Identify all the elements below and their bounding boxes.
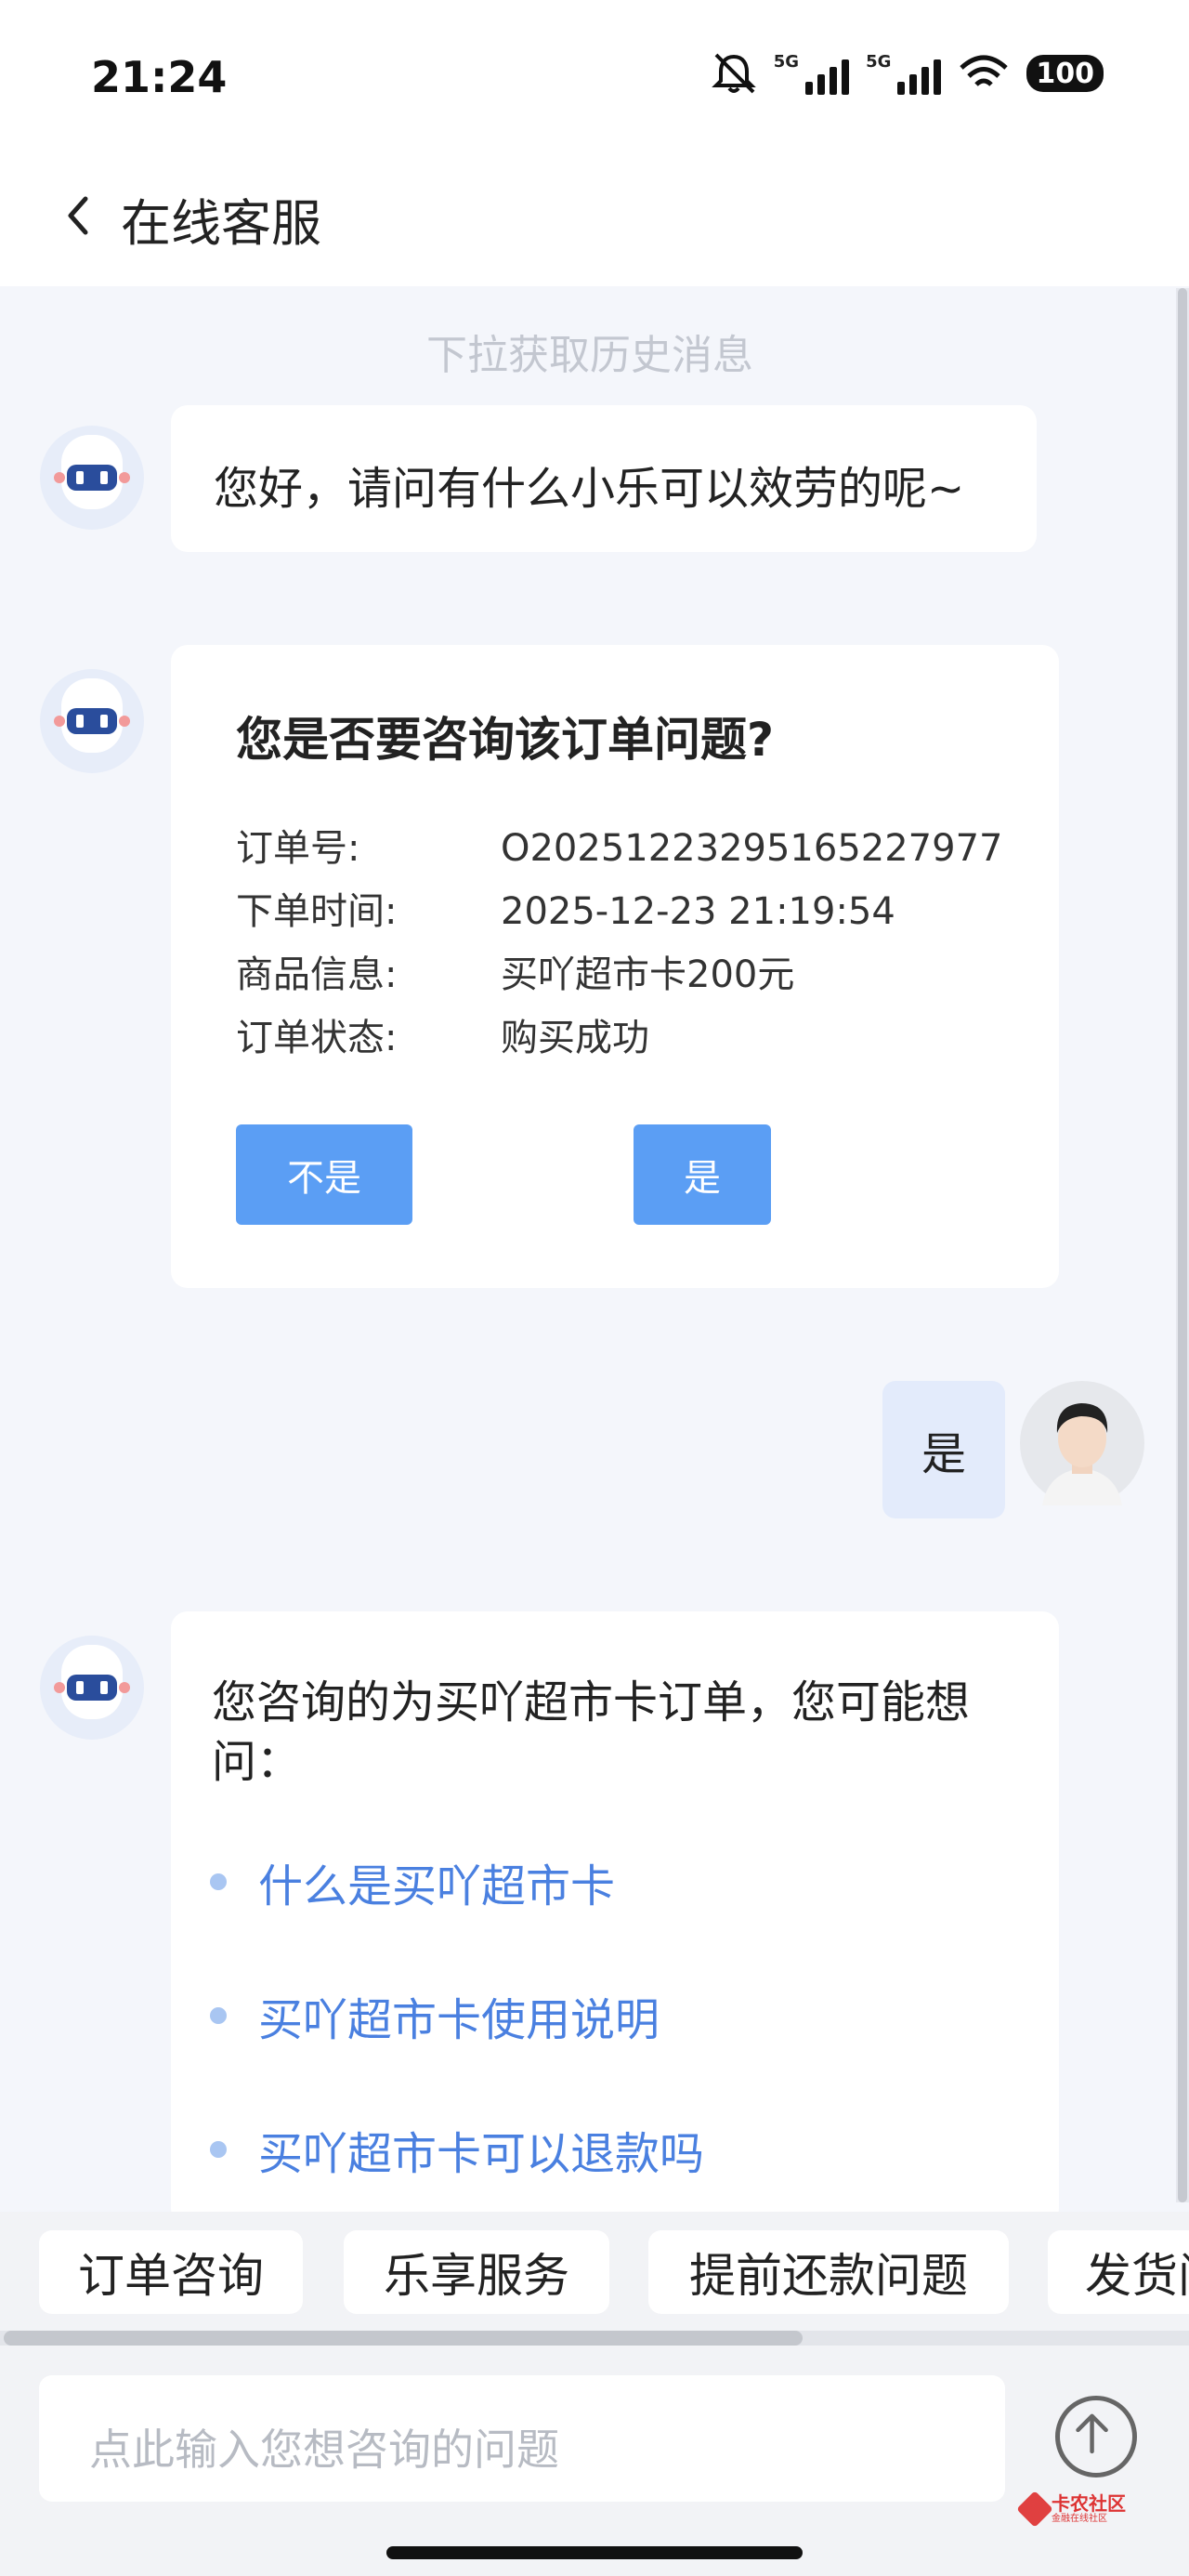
mute-icon bbox=[711, 53, 756, 94]
faq-link[interactable]: 买吖超市卡使用说明 bbox=[210, 1983, 660, 2048]
status-time: 21:24 bbox=[91, 52, 228, 102]
signal-icon: 5G bbox=[866, 52, 942, 95]
product-info-label: 商品信息: bbox=[236, 953, 398, 996]
scrollbar-thumb[interactable] bbox=[1178, 288, 1187, 2202]
order-time-value: 2025-12-23 21:19:54 bbox=[501, 890, 895, 933]
page-title: 在线客服 bbox=[121, 194, 321, 253]
status-icons: 5G 5G 100 bbox=[711, 52, 1104, 95]
order-time-label: 下单时间: bbox=[236, 890, 398, 933]
bot-avatar-icon bbox=[40, 669, 144, 773]
bot-avatar-icon bbox=[40, 426, 144, 530]
watermark-logo: 卡农社区 金融在线社区 bbox=[1016, 2491, 1133, 2528]
status-bar: 21:24 5G 5G 100 bbox=[0, 0, 1189, 149]
order-info-row: 下单时间: 2025-12-23 21:19:54 bbox=[236, 881, 895, 935]
watermark-icon bbox=[1016, 2491, 1053, 2528]
user-avatar bbox=[1020, 1381, 1144, 1505]
order-card: 您是否要咨询该订单问题? 订单号: O2025122329516522797​7 … bbox=[171, 645, 1059, 1288]
signal-icon: 5G bbox=[774, 52, 850, 95]
bot-avatar-icon bbox=[40, 1636, 144, 1740]
battery-icon: 100 bbox=[1026, 55, 1104, 92]
order-info-row: 订单状态: 购买成功 bbox=[236, 1007, 649, 1061]
product-info-value: 买吖超市卡200元 bbox=[501, 953, 795, 996]
quick-reply-chip[interactable]: 发货问 bbox=[1048, 2230, 1189, 2314]
faq-link[interactable]: 买吖超市卡可以退款吗 bbox=[210, 2117, 704, 2182]
greeting-text: 您好，请问有什么小乐可以效劳的呢~ bbox=[214, 463, 965, 515]
order-status-label: 订单状态: bbox=[236, 1017, 398, 1059]
bullet-icon bbox=[210, 2007, 227, 2024]
order-info-row: 订单号: O2025122329516522797​7 bbox=[236, 818, 1002, 872]
quick-reply-chip[interactable]: 订单咨询 bbox=[39, 2230, 303, 2314]
input-placeholder: 点此输入您想咨询的问题 bbox=[89, 2425, 559, 2475]
faq-card-title: 您咨询的为买吖超市卡订单，您可能想问： bbox=[212, 1676, 971, 1788]
order-card-title: 您是否要咨询该订单问题? bbox=[236, 713, 775, 767]
bullet-icon bbox=[210, 2141, 227, 2158]
order-number-value: O2025122329516522797​7 bbox=[501, 827, 1003, 870]
home-indicator[interactable] bbox=[386, 2546, 803, 2559]
faq-card: 您咨询的为买吖超市卡订单，您可能想问： 什么是买吖超市卡 买吖超市卡使用说明 买… bbox=[171, 1611, 1059, 2225]
quick-reply-chip[interactable]: 提前还款问题 bbox=[648, 2230, 1009, 2314]
no-button[interactable]: 不是 bbox=[236, 1124, 412, 1225]
order-info-row: 商品信息: 买吖超市卡200元 bbox=[236, 944, 794, 998]
chevron-left-icon[interactable] bbox=[56, 186, 100, 245]
user-message-bubble: 是 bbox=[882, 1381, 1005, 1518]
arrow-up-circle-icon[interactable] bbox=[1055, 2396, 1137, 2477]
order-status-value: 购买成功 bbox=[501, 1017, 649, 1059]
quick-reply-chip[interactable]: 乐享服务 bbox=[344, 2230, 609, 2314]
yes-button[interactable]: 是 bbox=[634, 1124, 771, 1225]
horizontal-scrollbar-thumb[interactable] bbox=[4, 2331, 803, 2346]
order-number-label: 订单号: bbox=[236, 827, 360, 870]
bot-message-bubble: 您好，请问有什么小乐可以效劳的呢~ bbox=[171, 405, 1037, 552]
faq-link[interactable]: 什么是买吖超市卡 bbox=[210, 1849, 615, 1914]
history-hint: 下拉获取历史消息 bbox=[426, 332, 753, 379]
bullet-icon bbox=[210, 1873, 227, 1890]
message-input[interactable]: 点此输入您想咨询的问题 bbox=[39, 2375, 1005, 2502]
wifi-icon bbox=[960, 55, 1009, 86]
